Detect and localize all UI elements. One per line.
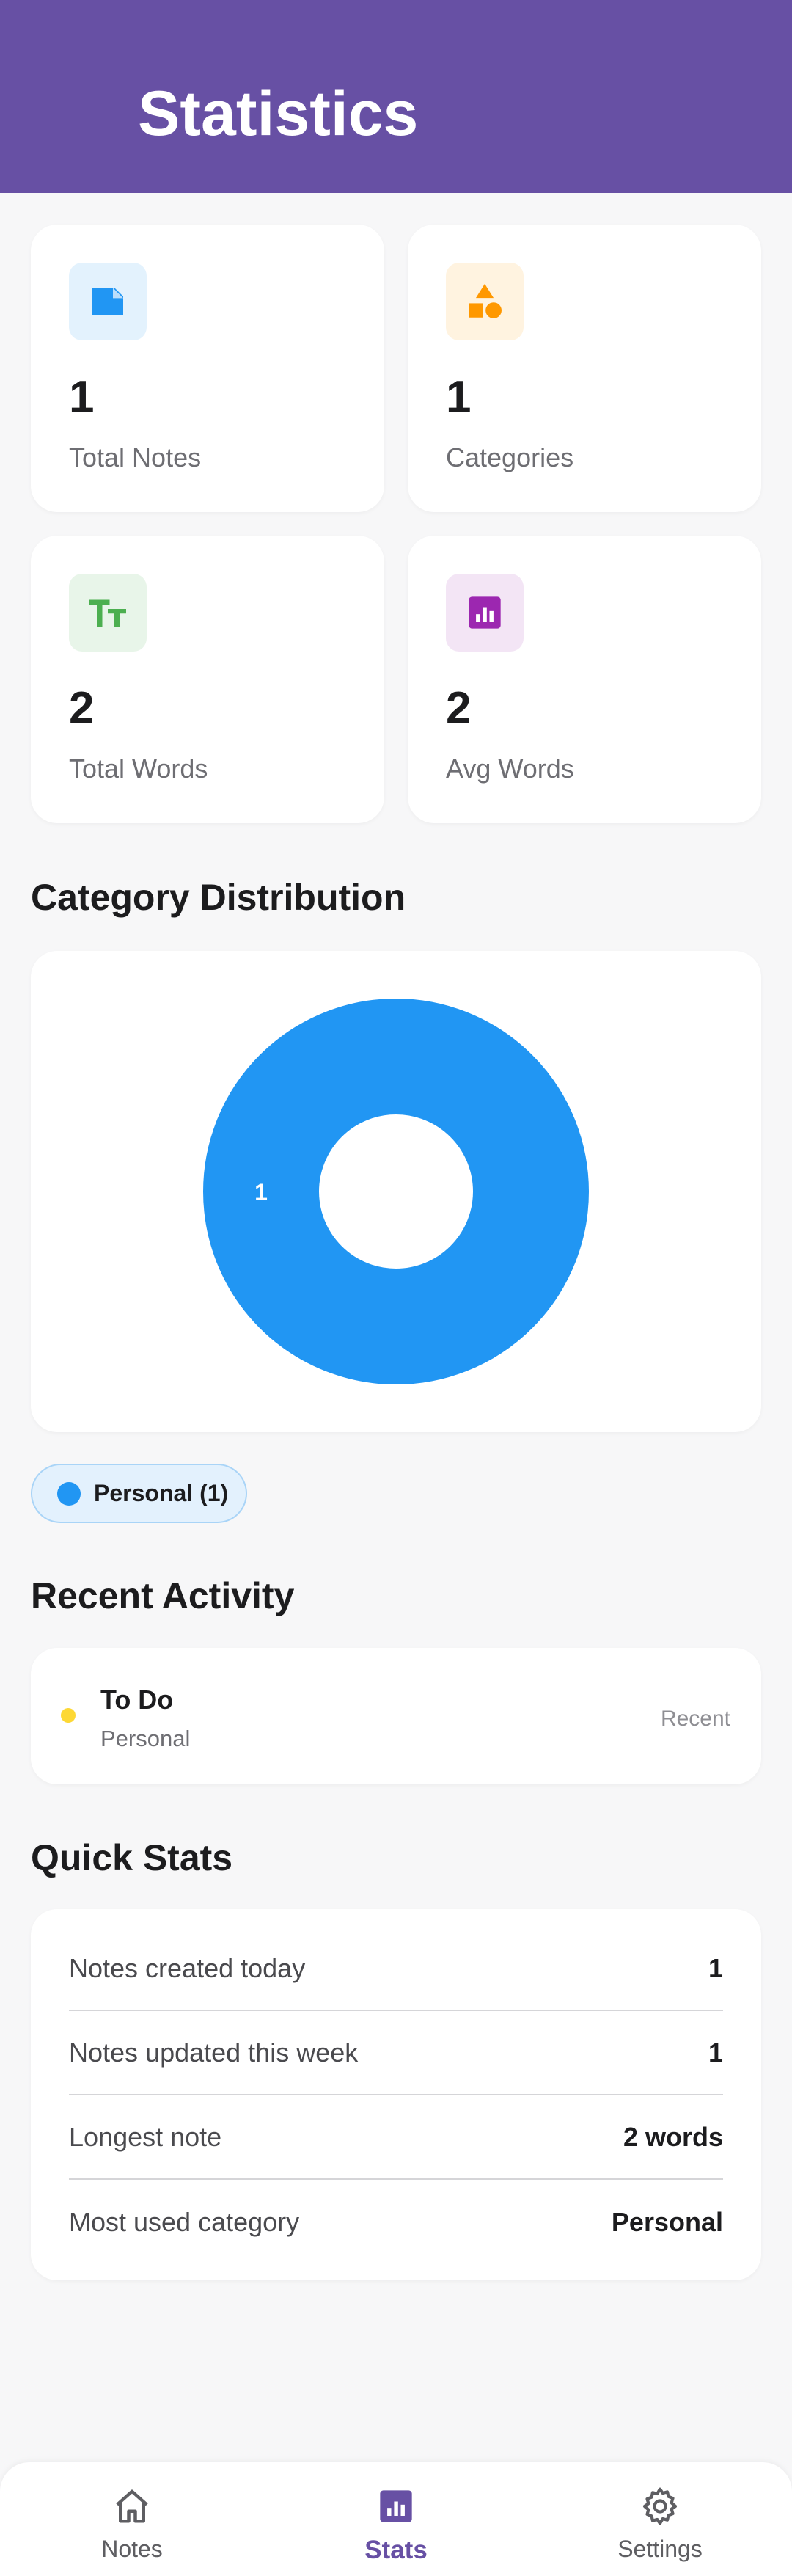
category-color-dot	[61, 1708, 76, 1723]
recent-activity-title: Recent Activity	[31, 1575, 295, 1616]
donut-chart: 1	[203, 999, 589, 1384]
stat-value: 1	[446, 372, 472, 423]
category-distribution-title: Category Distribution	[31, 877, 406, 918]
quick-stat-value: 1	[708, 2037, 723, 2068]
stat-label: Total Notes	[69, 442, 202, 472]
legend-chip-personal[interactable]: Personal (1)	[31, 1464, 247, 1523]
stat-card-total-words: 2 Total Words	[31, 536, 384, 823]
stat-value: 2	[69, 683, 95, 734]
shapes-icon	[446, 263, 524, 340]
quick-stat-row: Notes updated this week 1	[69, 2011, 723, 2095]
quick-stat-label: Notes created today	[69, 1952, 306, 1983]
stat-label: Categories	[446, 442, 574, 472]
quick-stat-row: Longest note 2 words	[69, 2095, 723, 2180]
quick-stat-label: Notes updated this week	[69, 2037, 359, 2068]
nav-label: Settings	[617, 2536, 703, 2562]
legend-label: Personal (1)	[94, 1480, 229, 1506]
activity-note-title: To Do	[100, 1685, 174, 1715]
chart-card: 1	[31, 951, 761, 1432]
stat-value: 1	[69, 372, 95, 423]
pie-slice-personal	[203, 999, 589, 1384]
quick-stat-row: Most used category Personal	[69, 2180, 723, 2264]
nav-notes[interactable]: Notes	[51, 2462, 213, 2576]
page-title: Statistics	[138, 79, 419, 149]
bar-chart-icon	[374, 2484, 418, 2528]
activity-timestamp: Recent	[660, 1707, 730, 1731]
stat-value: 2	[446, 683, 472, 734]
quick-stat-label: Longest note	[69, 2121, 222, 2152]
stat-card-avg-words: 2 Avg Words	[408, 536, 761, 823]
bottom-navigation: Notes Stats Settings	[0, 2462, 792, 2576]
note-icon	[69, 263, 147, 340]
nav-stats[interactable]: Stats	[315, 2462, 477, 2576]
stat-card-total-notes: 1 Total Notes	[31, 225, 384, 512]
slice-data-label: 1	[254, 1179, 268, 1205]
quick-stat-value: 2 words	[623, 2121, 723, 2152]
quick-stat-value: Personal	[611, 2206, 723, 2237]
gear-icon	[638, 2484, 682, 2528]
nav-settings[interactable]: Settings	[579, 2462, 741, 2576]
quick-stat-label: Most used category	[69, 2206, 300, 2237]
activity-item[interactable]	[31, 1648, 761, 1784]
nav-label: Notes	[101, 2536, 163, 2562]
stat-card-categories: 1 Categories	[408, 225, 761, 512]
activity-note-category: Personal	[100, 1726, 191, 1751]
app-header: Statistics	[0, 0, 792, 193]
nav-label: Stats	[364, 2536, 428, 2564]
quick-stats-title: Quick Stats	[31, 1837, 233, 1878]
text-size-icon	[69, 574, 147, 652]
stat-label: Total Words	[69, 754, 208, 784]
home-icon	[110, 2484, 154, 2528]
quick-stat-value: 1	[708, 1952, 723, 1983]
stat-label: Avg Words	[446, 754, 574, 784]
bar-chart-icon	[446, 574, 524, 652]
quick-stat-row: Notes created today 1	[69, 1927, 723, 2011]
legend-color-dot	[57, 1481, 81, 1506]
